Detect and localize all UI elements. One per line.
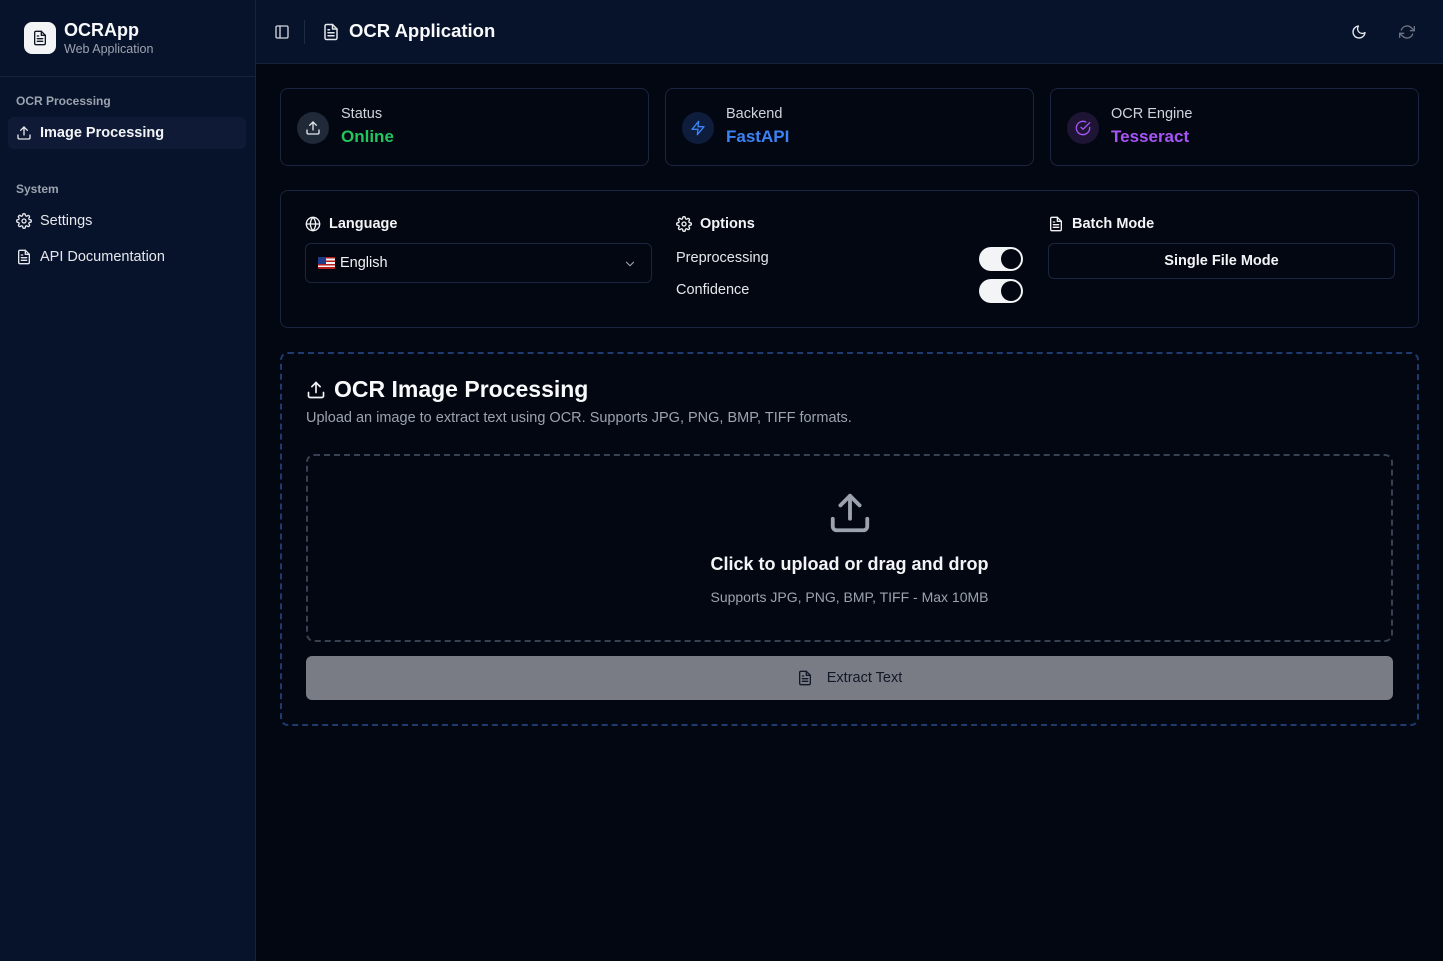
language-title: Language — [329, 216, 398, 232]
refresh-icon — [1399, 25, 1415, 39]
sidebar-item-label: Settings — [40, 213, 93, 229]
single-file-mode-button[interactable]: Single File Mode — [1048, 243, 1395, 279]
preprocessing-label: Preprocessing — [676, 250, 769, 266]
file-dropzone[interactable]: Click to upload or drag and drop Support… — [306, 454, 1393, 642]
backend-icon-badge — [682, 112, 714, 144]
backend-card: Backend FastAPI — [665, 88, 1034, 166]
lightning-icon — [691, 120, 705, 136]
us-flag-icon — [318, 257, 335, 269]
dropzone-title: Click to upload or drag and drop — [710, 554, 989, 574]
ocr-engine-label: OCR Engine — [1111, 106, 1193, 122]
app-name: OCRApp — [64, 20, 139, 40]
chevron-down-icon — [625, 261, 635, 267]
confidence-toggle[interactable] — [979, 279, 1023, 303]
refresh-button[interactable] — [1395, 20, 1419, 44]
sidebar-item-label: Image Processing — [40, 125, 165, 141]
sidebar-toggle-icon[interactable] — [274, 24, 290, 40]
theme-toggle-button[interactable] — [1347, 20, 1371, 44]
app-subtitle: Web Application — [64, 42, 154, 56]
page-title: OCR Application — [349, 20, 496, 41]
upload-card-title: OCR Image Processing — [306, 376, 588, 403]
ocr-engine-value: Tesseract — [1111, 127, 1190, 146]
preprocessing-toggle[interactable] — [979, 247, 1023, 271]
status-card: Status Online — [280, 88, 649, 166]
confidence-label: Confidence — [676, 282, 750, 298]
language-select[interactable]: English — [305, 243, 652, 283]
globe-icon — [305, 216, 321, 232]
backend-label: Backend — [726, 106, 783, 122]
batch-mode-title: Batch Mode — [1072, 216, 1155, 232]
ocr-engine-card: OCR Engine Tesseract — [1050, 88, 1419, 166]
extract-text-button[interactable]: Extract Text — [306, 656, 1393, 700]
ocr-upload-card: OCR Image Processing Upload an image to … — [280, 352, 1419, 726]
upload-icon — [17, 126, 31, 140]
upload-card-description: Upload an image to extract text using OC… — [306, 410, 852, 426]
batch-mode-section-title: Batch Mode — [1048, 216, 1154, 232]
dropzone-subtitle: Supports JPG, PNG, BMP, TIFF - Max 10MB — [710, 589, 989, 605]
options-panel: Language English Options Preprocessing C… — [280, 190, 1419, 328]
status-value: Online — [341, 127, 394, 146]
document-icon — [1050, 216, 1062, 232]
upload-icon — [307, 381, 325, 398]
sidebar-item-image-processing[interactable]: Image Processing — [8, 117, 246, 149]
language-selected-value: English — [340, 255, 388, 271]
group-label-system: System — [16, 182, 59, 196]
sidebar: OCRApp Web Application OCR Processing Im… — [0, 0, 256, 961]
gear-icon — [16, 213, 32, 229]
sidebar-item-settings[interactable]: Settings — [8, 205, 246, 237]
top-header: OCR Application — [256, 0, 1443, 64]
header-divider — [304, 20, 305, 44]
check-circle-icon — [1075, 120, 1091, 136]
sidebar-item-api-documentation[interactable]: API Documentation — [8, 241, 246, 273]
upload-icon — [306, 121, 320, 135]
brand[interactable]: OCRApp Web Application — [0, 0, 255, 77]
moon-icon — [1352, 25, 1366, 39]
status-icon-badge — [297, 112, 329, 144]
extract-text-label: Extract Text — [826, 670, 903, 686]
language-section-title: Language — [305, 216, 397, 232]
group-label-ocr-processing: OCR Processing — [16, 94, 111, 108]
options-section-title: Options — [676, 216, 755, 232]
sidebar-item-label: API Documentation — [40, 249, 165, 265]
document-icon — [324, 23, 338, 41]
upload-icon — [830, 493, 870, 533]
status-label: Status — [341, 106, 383, 122]
gear-icon — [676, 216, 692, 232]
options-title: Options — [700, 216, 755, 232]
document-icon — [798, 670, 811, 686]
upload-card-title-text: OCR Image Processing — [334, 376, 589, 402]
backend-value: FastAPI — [726, 127, 790, 146]
document-icon — [18, 249, 30, 265]
app-logo-document-icon — [24, 22, 56, 54]
ocr-engine-icon-badge — [1067, 112, 1099, 144]
